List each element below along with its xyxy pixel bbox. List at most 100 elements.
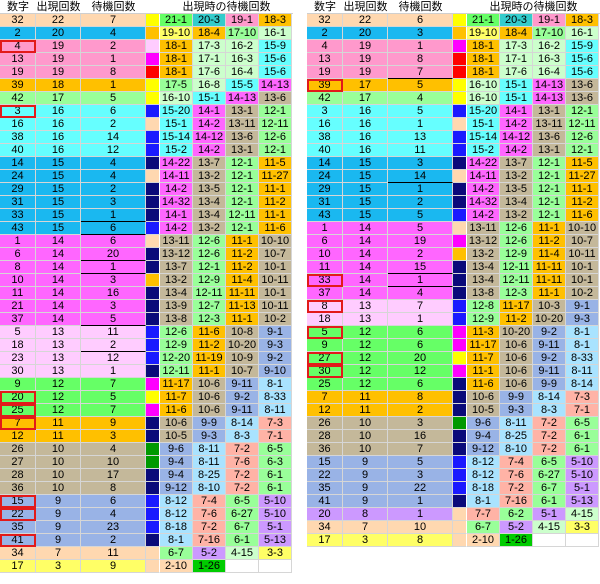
pair-cell: 9-3 — [500, 404, 533, 417]
pair-cell: 20-3 — [193, 14, 226, 27]
table-row: 30 12 12 11-1 10-6 9-11 8-11 — [307, 365, 600, 378]
wait-cell: 1 — [81, 261, 146, 274]
header-number: 数字 — [0, 0, 36, 14]
number-cell: 20 — [307, 508, 343, 521]
pair-cell: 12-11 — [160, 365, 193, 378]
header-count: 出現回数 — [36, 1, 81, 14]
table-row: 21 14 3 13-9 12-7 11-13 10-11 — [0, 300, 293, 313]
pair-cell: 13-4 — [467, 261, 500, 274]
wait-cell: 2 — [388, 404, 453, 417]
color-swatch — [453, 365, 467, 378]
count-cell: 14 — [36, 261, 81, 274]
wait-cell: 6 — [81, 235, 146, 248]
pair-cell: 11-1 — [226, 313, 259, 326]
pair-cell: 8-1 — [259, 378, 292, 391]
wait-cell: 11 — [81, 326, 146, 339]
count-cell: 16 — [343, 105, 388, 118]
count-cell: 16 — [36, 105, 81, 118]
number-cell: 39 — [0, 79, 36, 92]
pair-cell: 17-10 — [226, 27, 259, 40]
pair-cell: 11-11 — [533, 274, 566, 287]
pair-cell: 14-2 — [467, 209, 500, 222]
wait-cell: 4 — [388, 287, 453, 300]
pair-cell: 9-11 — [226, 404, 259, 417]
pair-cell: 10-6 — [193, 391, 226, 404]
pair-cell: 14-13 — [533, 79, 566, 92]
pair-cell: 8-1 — [566, 326, 599, 339]
wait-cell: 1 — [388, 313, 453, 326]
pair-cell: 5-10 — [259, 508, 292, 521]
pair-cell: 12-1 — [533, 196, 566, 209]
color-swatch — [453, 287, 467, 300]
number-cell: 34 — [0, 547, 36, 560]
count-cell: 15 — [36, 196, 81, 209]
number-cell: 18 — [0, 339, 36, 352]
pair-cell: 14-2 — [467, 183, 500, 196]
pair-cell: 9-4 — [467, 430, 500, 443]
pair-cell: 15-5 — [226, 79, 259, 92]
number-cell: 12 — [0, 430, 36, 443]
pair-cell: 14-2 — [193, 144, 226, 157]
count-cell: 11 — [36, 430, 81, 443]
pair-cell: 17-3 — [500, 40, 533, 53]
number-cell: 33 — [307, 274, 343, 287]
pair-cell: 8-12 — [467, 456, 500, 469]
color-swatch — [453, 274, 467, 287]
wait-cell: 2 — [81, 183, 146, 196]
number-cell: 24 — [0, 170, 36, 183]
pair-cell: 8-10 — [500, 443, 533, 456]
number-cell: 8 — [0, 261, 36, 274]
color-swatch — [146, 209, 160, 222]
pair-cell: 5-13 — [566, 495, 599, 508]
count-cell: 13 — [36, 365, 81, 378]
pair-cell: 10-7 — [566, 235, 599, 248]
pair-cell: 10-6 — [193, 404, 226, 417]
pair-cell: 7-6 — [500, 469, 533, 482]
count-cell: 15 — [36, 209, 81, 222]
pair-cell: 17-5 — [160, 79, 193, 92]
table-row: 27 12 20 11-7 10-6 9-2 8-33 — [307, 352, 600, 365]
pair-cell: 5-10 — [259, 495, 292, 508]
table-row: 24 15 14 14-11 13-2 12-1 11-27 — [307, 170, 600, 183]
color-swatch — [453, 144, 467, 157]
pair-cell: 11-11 — [226, 287, 259, 300]
color-swatch — [146, 118, 160, 131]
pair-cell: 13-6 — [259, 92, 292, 105]
table-row: 35 9 22 8-18 7-2 6-7 5-1 — [307, 482, 600, 495]
pair-cell: 13-12 — [160, 248, 193, 261]
pair-cell: 14-11 — [160, 170, 193, 183]
pair-cell: 13-11 — [533, 118, 566, 131]
color-swatch — [453, 495, 467, 508]
count-cell: 14 — [343, 287, 388, 300]
wait-cell: 1 — [388, 118, 453, 131]
pair-cell: 7-2 — [226, 482, 259, 495]
header-wait: 待機回数 — [81, 0, 146, 14]
color-swatch — [146, 274, 160, 287]
pair-cell: 12-1 — [566, 144, 599, 157]
count-cell: 14 — [343, 274, 388, 287]
pair-cell: 4-15 — [226, 547, 259, 560]
pair-cell: 19-10 — [467, 27, 500, 40]
pair-cell: 11-17 — [500, 300, 533, 313]
pair-cell: 12-11 — [500, 274, 533, 287]
wait-cell: 1 — [388, 495, 453, 508]
number-cell: 39 — [307, 79, 343, 92]
pair-cell: 13-7 — [193, 157, 226, 170]
pair-cell: 13-2 — [500, 170, 533, 183]
pair-cell: 6-5 — [566, 417, 599, 430]
table-row: 38 16 14 15-14 14-12 13-6 12-6 — [0, 131, 293, 144]
wait-cell: 2 — [388, 248, 453, 261]
pair-cell: 6-1 — [566, 443, 599, 456]
table-row: 22 9 4 8-12 7-6 6-27 5-10 — [0, 508, 293, 521]
pair-cell: 16-8 — [193, 79, 226, 92]
table-row: 28 10 16 9-4 8-25 7-2 6-1 — [307, 430, 600, 443]
wait-cell: 8 — [388, 391, 453, 404]
table-row: 36 10 7 9-12 8-10 7-2 6-1 — [307, 443, 600, 456]
wait-cell: 3 — [81, 430, 146, 443]
color-swatch — [146, 287, 160, 300]
count-cell: 10 — [343, 417, 388, 430]
pair-cell: 10-2 — [259, 313, 292, 326]
count-cell: 14 — [343, 261, 388, 274]
pair-cell: 8-3 — [226, 430, 259, 443]
table-row: 31 15 3 14-32 13-4 12-1 11-2 — [0, 196, 293, 209]
